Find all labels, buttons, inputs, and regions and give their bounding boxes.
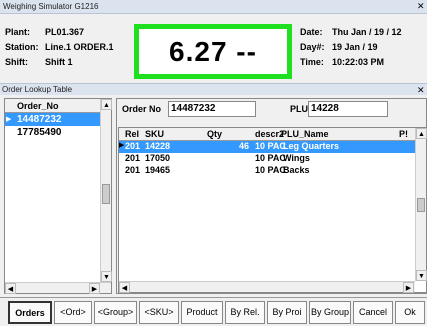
order-no-value: 17785490 [17,127,62,138]
order-no-field-value: 14487232 [171,103,216,114]
by-rel-button[interactable]: By Rel. [225,301,265,324]
weight-display: 6.27 -- [134,24,292,79]
cell-sku: 14228 [145,141,171,151]
cell-sku: 19465 [145,165,171,175]
scroll-up-icon[interactable]: ▲ [101,99,112,110]
row-pointer-icon: ▶ [6,116,12,123]
cell-rel: 201 [125,165,141,175]
list-item[interactable]: ▶ 14487232 [5,113,100,126]
sku-button[interactable]: <SKU> [139,301,179,324]
col-sku[interactable]: SKU [145,129,164,139]
order-no-label: Order No [122,104,162,114]
ord-button[interactable]: <Ord> [54,301,92,324]
plant-label: Plant: [5,27,31,37]
scroll-thumb[interactable] [102,184,110,204]
plu-field[interactable]: 14228 [308,101,388,117]
scroll-right-icon[interactable]: ▶ [89,283,100,294]
station-label: Station: [5,42,39,52]
list-item[interactable]: 17785490 [5,126,100,139]
lookup-titlebar: Order Lookup Table ✕ [0,83,427,95]
cell-qty: 46 [239,141,250,151]
table-row[interactable]: 201 17050 10 PAC Wings [119,153,426,165]
scroll-down-icon[interactable]: ▼ [416,270,427,281]
scroll-up-icon[interactable]: ▲ [416,128,427,139]
time-label: Time: [300,57,324,67]
cell-plu-name: Wings [283,153,310,163]
orders-button[interactable]: Orders [8,301,52,324]
weight-value: 6.27 -- [169,36,257,67]
order-list-vscroll[interactable]: ▲ ▼ [100,99,112,282]
sku-grid[interactable]: Rel SKU Qty descr2 PLU_Name P! ▶ 201 142… [118,127,427,293]
close-icon[interactable]: ✕ [417,1,427,13]
close-icon[interactable]: ✕ [417,85,427,97]
time-value: 10:22:03 PM [332,57,385,67]
table-row[interactable]: ▶ 201 14228 46 10 PAC Leg Quarters [119,141,426,153]
by-group-button[interactable]: By Group [309,301,351,324]
day-value: 19 Jan / 19 [332,42,378,52]
ok-button[interactable]: Ok [395,301,425,324]
cell-rel: 201 [125,141,141,151]
shift-label: Shift: [5,57,28,67]
station-value: Line.1 ORDER.1 [45,42,114,52]
window-titlebar: Weighing Simulator G1216 ✕ [0,0,427,14]
cell-plu-name: Backs [283,165,310,175]
plu-label: PLU [290,104,308,114]
order-no-header-label: Order_No [17,101,59,111]
sku-grid-vscroll[interactable]: ▲ ▼ [415,128,427,281]
order-no-field[interactable]: 14487232 [168,101,256,117]
scroll-left-icon[interactable]: ◀ [5,283,16,294]
date-value: Thu Jan / 19 / 12 [332,27,402,37]
scroll-right-icon[interactable]: ▶ [403,282,414,293]
cell-rel: 201 [125,153,141,163]
cancel-button[interactable]: Cancel [353,301,393,324]
order-list-hscroll[interactable]: ◀ ▶ [5,282,111,294]
product-button[interactable]: Product [181,301,223,324]
shift-value: Shift 1 [45,57,73,67]
cell-plu-name: Leg Quarters [283,141,340,151]
cell-descr2: 10 PAC [255,141,286,151]
cell-descr2: 10 PAC [255,165,286,175]
col-plu-name[interactable]: PLU_Name [281,129,329,139]
col-descr2[interactable]: descr2 [255,129,284,139]
scroll-down-icon[interactable]: ▼ [101,271,112,282]
col-qty[interactable]: Qty [207,129,222,139]
window-title: Weighing Simulator G1216 [3,2,99,11]
order-no-value: 14487232 [17,114,62,125]
row-pointer-icon: ▶ [119,142,125,149]
col-rel[interactable]: Rel [125,129,139,139]
date-label: Date: [300,27,323,37]
lookup-title: Order Lookup Table [2,85,73,94]
table-row[interactable]: 201 19465 10 PAC Backs [119,165,426,177]
plu-field-value: 14228 [311,103,339,114]
scroll-thumb[interactable] [417,198,425,212]
col-p[interactable]: P! [399,129,408,139]
group-nav-button[interactable]: <Group> [94,301,137,324]
order-list[interactable]: Order_No ▶ 14487232 17785490 ▲ ▼ ◀ ▶ [4,98,112,294]
sku-grid-header: Rel SKU Qty descr2 PLU_Name P! [119,128,426,141]
sku-grid-hscroll[interactable]: ◀ ▶ [119,281,415,293]
day-label: Day#: [300,42,325,52]
plant-value: PL01.367 [45,27,85,37]
by-proi-button[interactable]: By Proi [267,301,307,324]
button-bar: Orders <Ord> <Group> <SKU> Product By Re… [0,297,427,326]
order-no-header[interactable]: Order_No [5,99,100,113]
cell-descr2: 10 PAC [255,153,286,163]
cell-sku: 17050 [145,153,171,163]
scroll-left-icon[interactable]: ◀ [119,282,130,293]
